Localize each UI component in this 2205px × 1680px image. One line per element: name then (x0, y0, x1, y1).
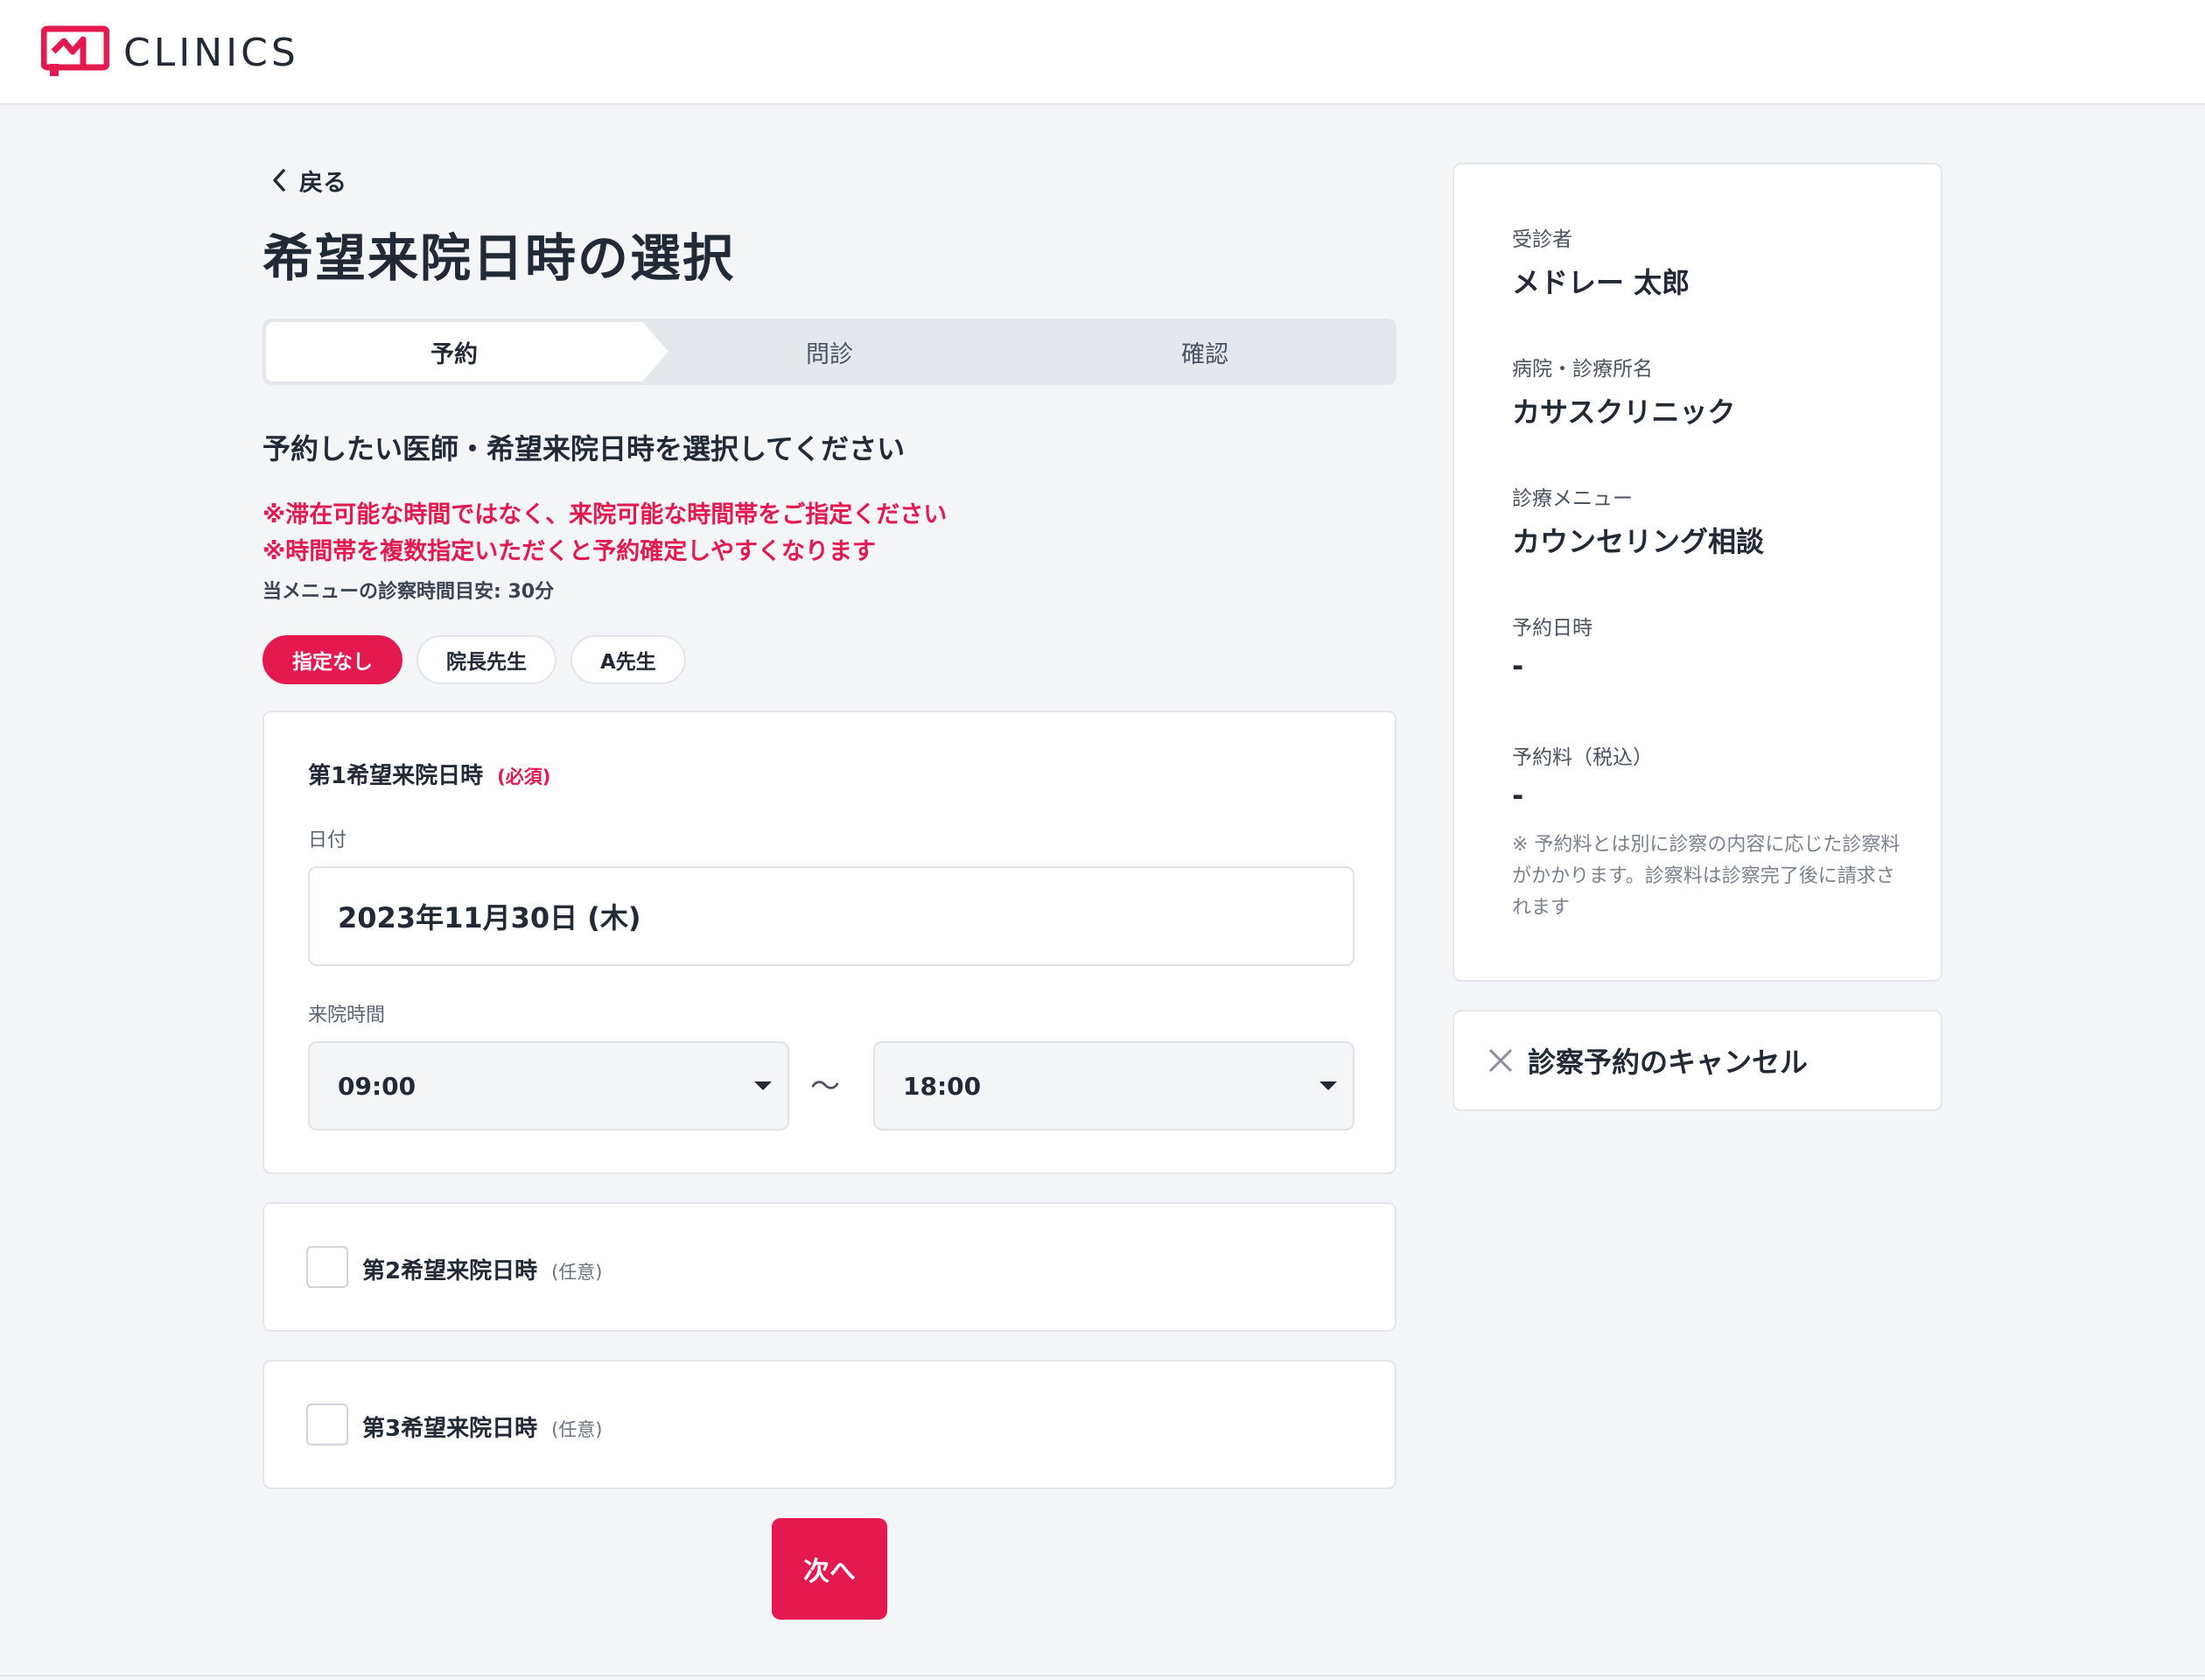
clinics-logo-icon (41, 25, 109, 76)
doctor-selector: 指定なし 院長先生 A先生 (262, 635, 700, 684)
required-badge: (必須) (497, 766, 551, 788)
second-choice-checkbox[interactable] (306, 1246, 348, 1288)
summary-clinic: 病院・診療所名 カサスクリニック (1512, 352, 1735, 430)
clinic-value: カサスクリニック (1512, 396, 1736, 429)
datetime-value: - (1512, 649, 1524, 682)
app-header: CLINICS (0, 0, 2205, 105)
step-confirmation: 確認 (1181, 340, 1228, 368)
fee-value: - (1512, 779, 1524, 812)
step-questionnaire: 問診 (806, 340, 853, 368)
menu-label: 診療メニュー (1512, 487, 1633, 510)
reservation-summary: 受診者 メドレー 太郎 病院・診療所名 カサスクリニック 診療メニュー カウンセ… (1452, 163, 1942, 982)
summary-patient: 受診者 メドレー 太郎 (1512, 222, 1690, 301)
cancel-label: 診察予約のキャンセル (1528, 1046, 1809, 1079)
time-to-value: 18:00 (903, 1071, 982, 1101)
optional-badge: (任意) (551, 1419, 603, 1440)
chevron-left-icon (273, 169, 285, 192)
clinic-label: 病院・診療所名 (1512, 358, 1653, 381)
optional-badge: (任意) (551, 1262, 603, 1283)
time-from-value: 09:00 (338, 1071, 416, 1101)
duration-note: 当メニューの診察時間目安: 30分 (262, 581, 555, 603)
time-from-select[interactable]: 09:00 (308, 1041, 789, 1130)
doctor-option-director[interactable]: 院長先生 (416, 635, 556, 684)
form-instruction: 予約したい医師・希望来院日時を選択してください (262, 432, 906, 466)
first-choice-title: 第1希望来院日時 (308, 763, 484, 789)
doctor-option-none[interactable]: 指定なし (262, 635, 402, 684)
summary-datetime: 予約日時 - (1512, 611, 1592, 682)
patient-label: 受診者 (1512, 228, 1572, 251)
datetime-label: 予約日時 (1512, 617, 1592, 640)
page-title: 希望来院日時の選択 (262, 228, 736, 288)
doctor-option-a[interactable]: A先生 (570, 635, 686, 684)
second-choice-card: 第2希望来院日時 (任意) (262, 1202, 1396, 1332)
cancel-reservation-button[interactable]: 診察予約のキャンセル (1452, 1010, 1942, 1111)
caret-down-icon (754, 1082, 772, 1090)
back-label: 戻る (299, 169, 346, 197)
notice-line-1: ※滞在可能な時間ではなく、来院可能な時間帯をご指定ください (262, 501, 948, 528)
first-choice-heading: 第1希望来院日時 (必須) (308, 758, 550, 790)
date-label: 日付 (308, 830, 347, 851)
fee-label: 予約料（税込） (1512, 746, 1653, 769)
fee-note: ※ 予約料とは別に診察の内容に応じた診察料がかかります。診察料は診察完了後に請求… (1512, 834, 1900, 919)
patient-value: メドレー 太郎 (1512, 266, 1690, 299)
first-choice-card: 第1希望来院日時 (必須) 日付 2023年11月30日 (木) 来院時間 09… (262, 710, 1396, 1174)
progress-steps: 予約 問診 確認 (262, 318, 1396, 385)
menu-value: カウンセリング相談 (1512, 525, 1765, 558)
time-label: 来院時間 (308, 1004, 386, 1026)
second-choice-title: 第2希望来院日時 (362, 1258, 538, 1284)
second-choice-heading: 第2希望来院日時 (任意) (362, 1253, 602, 1285)
brand-name: CLINICS (123, 30, 299, 75)
time-to-select[interactable]: 18:00 (873, 1041, 1354, 1130)
footer-divider (0, 1675, 2205, 1676)
third-choice-checkbox[interactable] (306, 1404, 348, 1446)
third-choice-card: 第3希望来院日時 (任意) (262, 1360, 1396, 1489)
caret-down-icon (1320, 1082, 1337, 1090)
summary-fee: 予約料（税込） - (1512, 740, 1653, 812)
notice-line-2: ※時間帯を複数指定いただくと予約確定しやすくなります (262, 538, 876, 565)
time-separator: 〜 (810, 1069, 840, 1104)
clinics-logo[interactable]: CLINICS (41, 25, 299, 79)
close-icon (1488, 1048, 1513, 1073)
step-reservation: 予約 (430, 340, 478, 368)
next-button[interactable]: 次へ (772, 1518, 887, 1620)
third-choice-title: 第3希望来院日時 (362, 1416, 538, 1442)
date-input[interactable]: 2023年11月30日 (木) (308, 866, 1354, 966)
summary-menu: 診療メニュー カウンセリング相談 (1512, 481, 1764, 560)
third-choice-heading: 第3希望来院日時 (任意) (362, 1410, 602, 1443)
back-link[interactable]: 戻る (271, 163, 346, 198)
